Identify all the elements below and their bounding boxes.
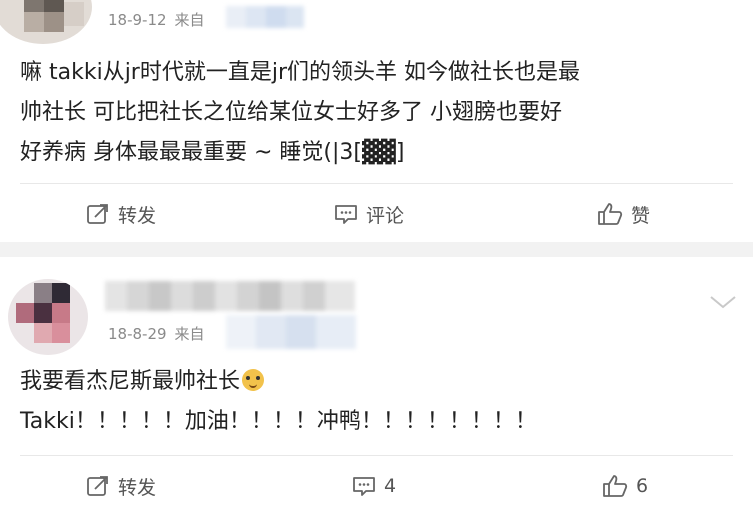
like-button[interactable]: 赞	[597, 199, 650, 229]
doge-emoji-icon	[242, 369, 265, 391]
comment-date: 18-9-12	[108, 11, 167, 29]
blurred-username	[226, 6, 304, 28]
comment-button[interactable]: 4	[352, 471, 396, 501]
like-count: 6	[636, 475, 649, 497]
repost-icon	[87, 476, 108, 496]
like-icon	[598, 203, 623, 225]
comment-meta: 18-8-29 来自	[108, 323, 205, 344]
comment-text: 我要看杰尼斯最帅社长 Takki！！！！！加油！！！！冲鸭！！！！！！！！	[20, 362, 735, 442]
divider	[20, 183, 733, 184]
source-prefix: 来自	[174, 11, 205, 29]
comment-text-line: 嘛 takki从jr时代就一直是jr们的领头羊 如今做社长也是最	[20, 60, 581, 85]
repost-label: 转发	[118, 204, 157, 227]
like-icon	[603, 475, 628, 497]
repost-label: 转发	[118, 476, 157, 499]
comment-text-line: 帅社长 可比把社长之位给某位女士好多了 小翅膀也要好	[20, 100, 562, 125]
repost-button[interactable]: 转发	[86, 199, 156, 229]
comment-label: 评论	[366, 204, 405, 227]
avatar[interactable]	[8, 279, 88, 355]
repost-button[interactable]: 转发	[86, 471, 156, 501]
repost-icon	[87, 204, 108, 224]
avatar[interactable]	[0, 0, 92, 44]
comment-meta: 18-9-12 来自	[108, 9, 205, 30]
comment-card: 18-8-29 来自 我要看杰尼斯最帅社长 Takki！！！！！加油！！！！冲鸭！…	[0, 257, 753, 524]
source-prefix: 来自	[174, 325, 205, 343]
blurred-source	[226, 315, 356, 349]
chevron-down-icon[interactable]	[709, 293, 737, 315]
comment-date: 18-8-29	[108, 325, 167, 343]
comment-icon	[335, 205, 357, 224]
comment-text: 嘛 takki从jr时代就一直是jr们的领头羊 如今做社长也是最 帅社长 可比把…	[20, 53, 735, 173]
comment-icon	[353, 477, 375, 496]
comment-text-line: 好养病 身体最最最重要 ~ 睡觉(|3[▓▓]	[20, 140, 405, 165]
divider	[20, 455, 733, 456]
comment-text-line-content: 我要看杰尼斯最帅社长	[20, 369, 241, 394]
comment-card: 18-9-12 来自 嘛 takki从jr时代就一直是jr们的领头羊 如今做社长也…	[0, 0, 753, 242]
comment-button[interactable]: 评论	[334, 199, 404, 229]
blurred-username	[105, 281, 355, 311]
comment-text-line: Takki！！！！！加油！！！！冲鸭！！！！！！！！	[20, 409, 537, 434]
like-label: 赞	[631, 204, 651, 227]
comment-text-line: 我要看杰尼斯最帅社长	[20, 362, 735, 402]
comment-count: 4	[384, 475, 397, 497]
like-button[interactable]: 6	[602, 471, 648, 501]
